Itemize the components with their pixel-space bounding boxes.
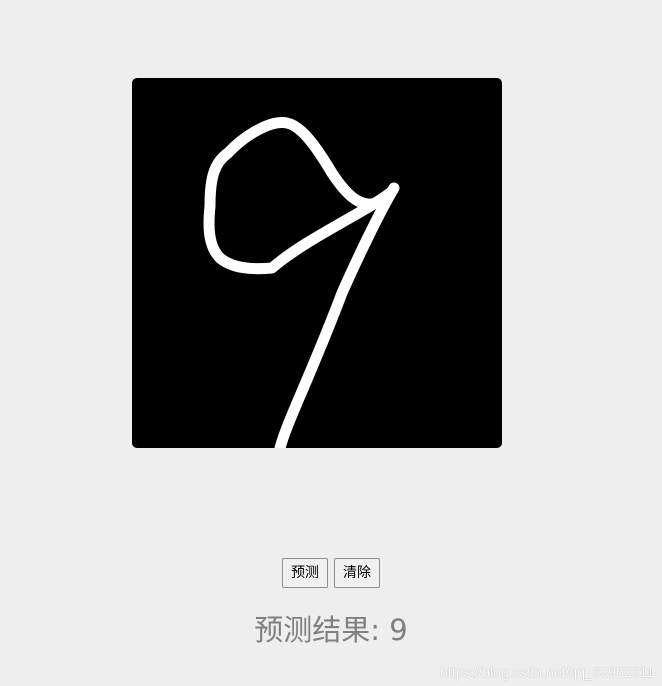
drawing-canvas[interactable] [132,78,502,448]
handwritten-digit-drawing [203,117,400,448]
result-value: 9 [389,613,408,647]
predict-button[interactable]: 预测 [282,558,328,588]
result-label: 预测结果: [254,613,390,647]
action-buttons: 预测 清除 [0,558,662,588]
prediction-result: 预测结果: 9 [0,610,662,650]
watermark-text: https://blog.csdn.net/qq_33952811 [440,664,654,680]
app-page: 预测 清除 预测结果: 9 https://blog.csdn.net/qq_3… [0,0,662,686]
clear-button[interactable]: 清除 [334,558,380,588]
